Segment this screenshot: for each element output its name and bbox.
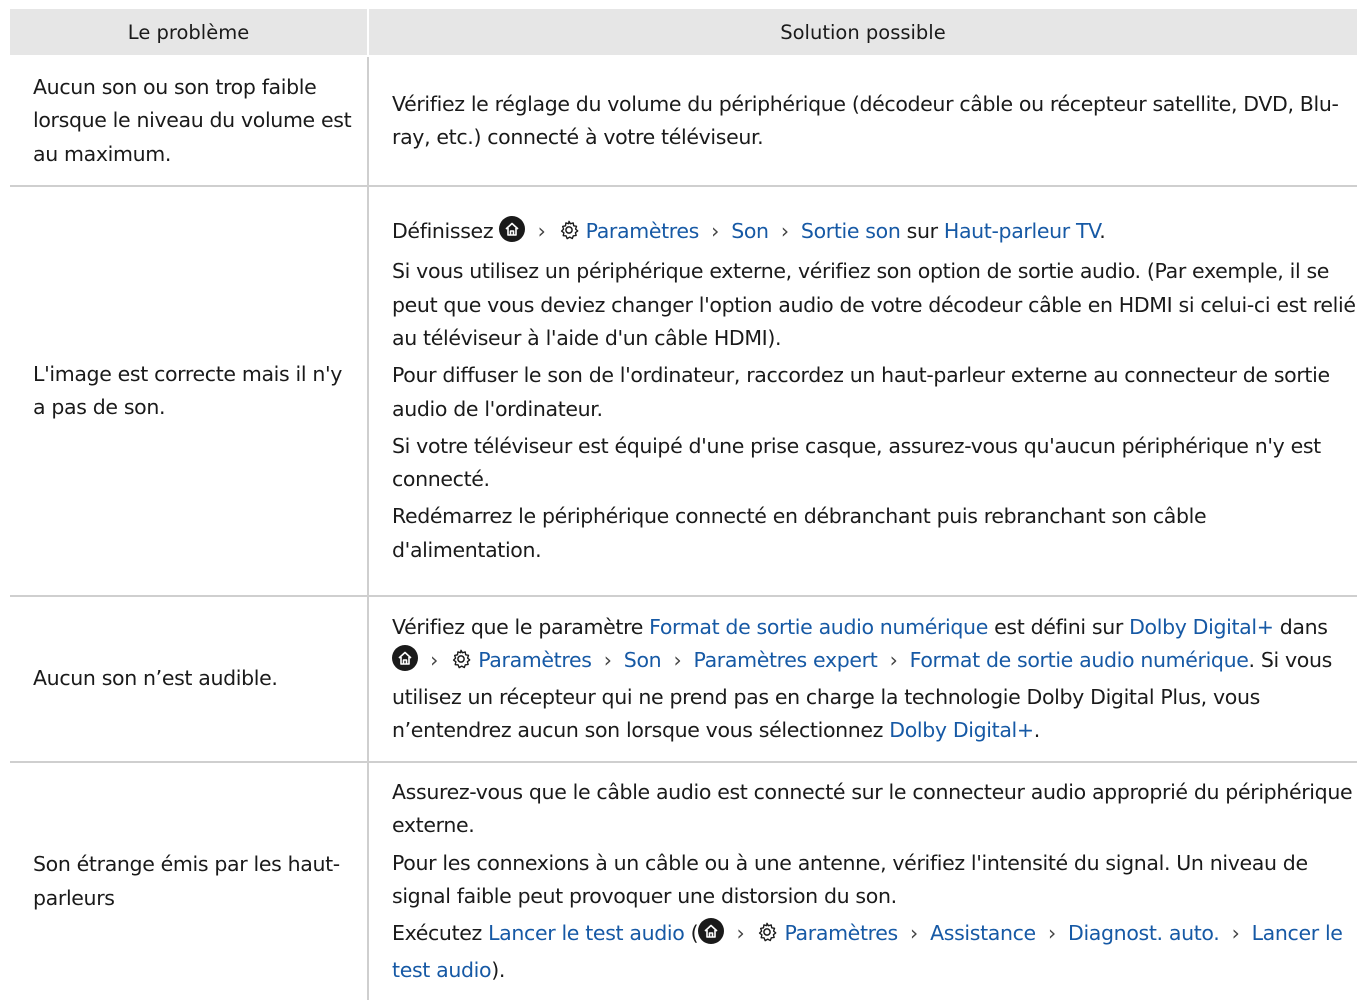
column-header-problem: Le problème (10, 9, 368, 57)
text-run: dans (1273, 614, 1328, 639)
chevron-right-icon: › (910, 921, 918, 946)
chevron-right-icon: › (1047, 921, 1056, 946)
solution-cell: Définissez › Paramètres › Son › Sortie s… (368, 186, 1357, 597)
chevron-right-icon: › (673, 648, 682, 673)
problem-cell: Son étrange émis par les haut-parleurs (10, 762, 369, 1000)
column-header-solution: Solution possible (367, 9, 1357, 57)
home-icon (499, 216, 526, 243)
menu-item-parametres: Paramètres (478, 648, 592, 673)
menu-path-prefix: Définissez (392, 219, 494, 244)
chevron-right-icon: › (736, 921, 745, 946)
problem-cell: Aucun son n’est audible. (10, 596, 369, 763)
solution-paragraph: Si votre téléviseur est équipé d'une pri… (392, 433, 1321, 492)
table-row: Son étrange émis par les haut-parleurs A… (10, 762, 1357, 1000)
gear-icon (756, 920, 778, 953)
solution-cell: Vérifiez que le paramètre Format de sort… (368, 596, 1357, 763)
text-run: . (1033, 717, 1041, 742)
gear-icon (558, 218, 580, 251)
chevron-right-icon: › (430, 648, 439, 673)
solution-paragraph: Pour diffuser le son de l'ordinateur, ra… (392, 363, 1330, 421)
solution-paragraph: Pour les connexions à un câble ou à une … (392, 850, 1308, 908)
chevron-right-icon: › (711, 219, 720, 244)
text-run: ( (684, 921, 699, 946)
test-audio-path: Exécutez Lancer le test audio ( › Paramè… (392, 917, 1357, 987)
solution-cell: Assurez-vous que le câble audio est conn… (368, 762, 1357, 1000)
text-run: ). (491, 957, 506, 982)
solution-paragraph: Vérifiez que le paramètre Format de sort… (392, 611, 1357, 747)
setting-dolby-digital-plus: Dolby Digital+ (1129, 614, 1274, 639)
solution-paragraph: Redémarrez le périphérique connecté en d… (392, 504, 1207, 562)
solution-paragraph: Vérifiez le réglage du volume du périphé… (392, 91, 1339, 149)
problem-cell: L'image est correcte mais il n'y a pas d… (10, 186, 369, 597)
table-header-row: Le problème Solution possible (10, 9, 1357, 57)
menu-path-on: sur (906, 219, 938, 244)
setting-format-sortie-audio: Format de sortie audio numérique (649, 614, 988, 639)
home-icon (392, 645, 418, 672)
home-icon (698, 918, 725, 945)
table-row: Aucun son n’est audible. Vérifiez que le… (10, 596, 1357, 763)
menu-item-parametres: Paramètres (784, 921, 898, 946)
troubleshooting-table: Le problème Solution possible Aucun son … (10, 9, 1357, 1000)
chevron-right-icon: › (780, 219, 789, 244)
chevron-right-icon: › (1231, 921, 1240, 946)
menu-item-format-sortie-audio: Format de sortie audio numérique (909, 648, 1249, 673)
menu-path-end: . (1099, 219, 1106, 244)
menu-item-lancer-test-audio: Lancer le test audio (488, 921, 685, 946)
text-run: est défini sur (987, 614, 1130, 639)
table-row: Aucun son ou son trop faible lorsque le … (10, 56, 1357, 187)
text-run: Exécutez (392, 921, 489, 946)
chevron-right-icon: › (603, 648, 612, 673)
setting-dolby-digital-plus: Dolby Digital+ (889, 717, 1034, 742)
menu-item-haut-parleur-tv: Haut-parleur TV (943, 219, 1100, 244)
menu-item-assistance: Assistance (930, 921, 1036, 946)
problem-cell: Aucun son ou son trop faible lorsque le … (10, 56, 369, 187)
gear-icon (450, 647, 472, 680)
menu-item-parametres-expert: Paramètres expert (693, 648, 878, 673)
solution-paragraph: Si vous utilisez un périphérique externe… (392, 259, 1356, 350)
chevron-right-icon: › (889, 648, 898, 673)
menu-item-diagnost-auto: Diagnost. auto. (1068, 921, 1220, 946)
menu-item-son: Son (731, 219, 769, 244)
solution-cell: Vérifiez le réglage du volume du périphé… (368, 56, 1357, 187)
chevron-right-icon: › (537, 219, 546, 244)
menu-item-sortie-son: Sortie son (800, 219, 901, 244)
menu-item-son: Son (623, 648, 662, 673)
table-row: L'image est correcte mais il n'y a pas d… (10, 186, 1357, 597)
menu-item-parametres: Paramètres (585, 219, 700, 244)
text-run: Vérifiez que le paramètre (392, 614, 650, 639)
solution-paragraph: Assurez-vous que le câble audio est conn… (392, 780, 1353, 838)
menu-path: Définissez › Paramètres › Son › Sortie s… (392, 215, 1357, 251)
